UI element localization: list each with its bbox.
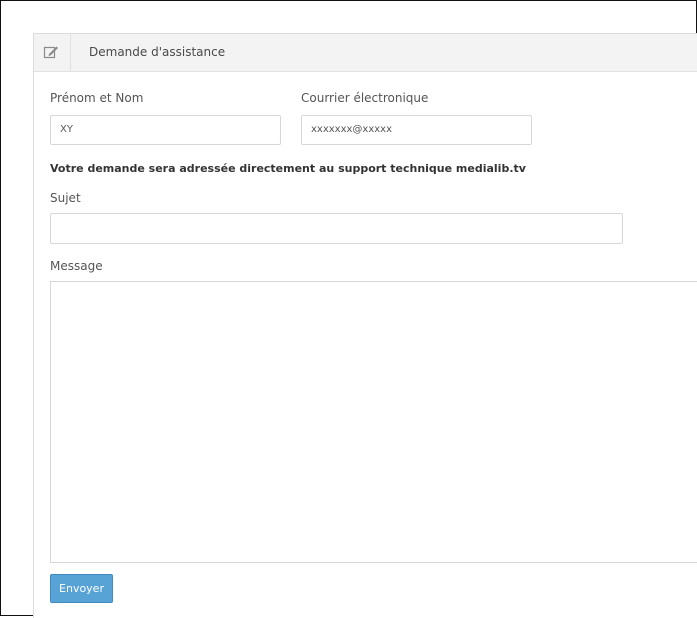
name-label: Prénom et Nom bbox=[50, 91, 144, 105]
header-separator bbox=[70, 34, 71, 71]
send-button[interactable]: Envoyer bbox=[50, 574, 113, 603]
message-textarea[interactable] bbox=[50, 281, 697, 563]
edit-icon bbox=[43, 44, 59, 60]
message-label: Message bbox=[50, 259, 103, 273]
name-field[interactable]: XY bbox=[50, 115, 281, 145]
support-info-text: Votre demande sera adressée directement … bbox=[50, 162, 526, 175]
subject-label: Sujet bbox=[50, 191, 81, 205]
window-frame: Demande d'assistance Prénom et Nom XY Co… bbox=[0, 0, 697, 618]
panel-title: Demande d'assistance bbox=[89, 45, 226, 59]
email-label: Courrier électronique bbox=[301, 91, 429, 105]
panel-header: Demande d'assistance bbox=[34, 34, 697, 72]
subject-field[interactable] bbox=[50, 213, 623, 244]
support-request-panel: Demande d'assistance Prénom et Nom XY Co… bbox=[33, 33, 697, 618]
email-field[interactable]: xxxxxxx@xxxxx bbox=[301, 115, 532, 145]
